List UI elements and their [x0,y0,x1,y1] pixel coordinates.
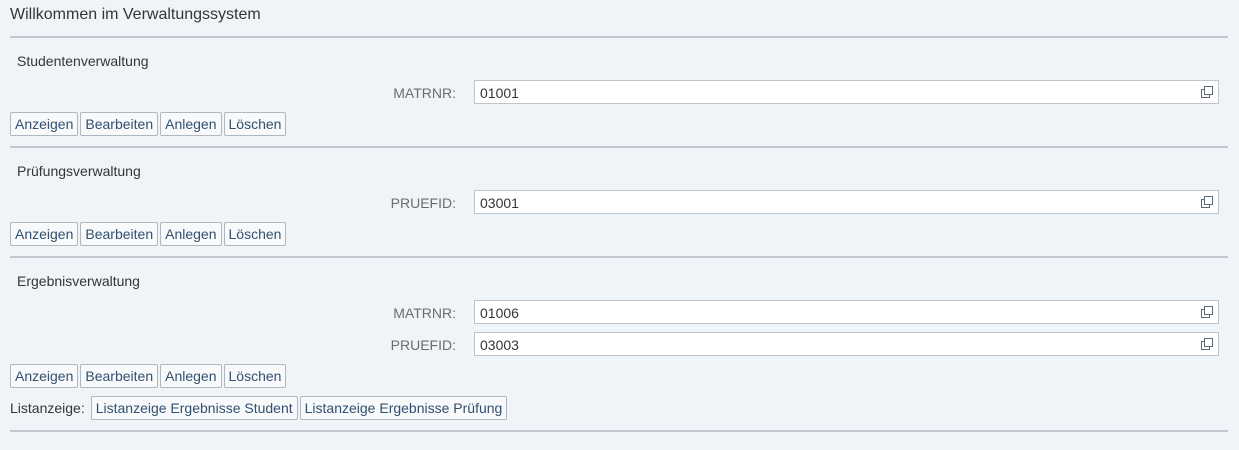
section-title-students: Studentenverwaltung [17,53,149,69]
matrnr-input-value: 01001 [480,85,519,101]
student-create-button[interactable]: Anlegen [160,112,222,136]
result-create-button[interactable]: Anlegen [160,364,222,388]
list-results-exam-button[interactable]: Listanzeige Ergebnisse Prüfung [299,396,508,420]
pruefid-input-value: 03001 [480,195,519,211]
divider [10,146,1228,148]
section-title-exams: Prüfungsverwaltung [17,163,141,179]
divider [10,36,1228,38]
value-help-icon[interactable] [1201,196,1213,208]
student-display-button[interactable]: Anzeigen [10,112,79,136]
field-label-matrnr: MATRNR: [393,85,456,101]
page-title: Willkommen im Verwaltungssystem [10,6,261,23]
student-delete-button[interactable]: Löschen [223,112,287,136]
exam-create-button[interactable]: Anlegen [160,222,222,246]
field-label-result-pruefid: PRUEFID: [390,337,456,353]
result-pruefid-input[interactable]: 03003 [474,332,1219,356]
list-actions: Listanzeige: Listanzeige Ergebnisse Stud… [10,396,508,420]
divider [10,256,1228,258]
exam-display-button[interactable]: Anzeigen [10,222,79,246]
value-help-icon[interactable] [1201,338,1213,350]
result-display-button[interactable]: Anzeigen [10,364,79,388]
result-matrnr-input[interactable]: 01006 [474,300,1219,324]
result-pruefid-input-value: 03003 [480,337,519,353]
student-actions: Anzeigen Bearbeiten Anlegen Löschen [10,112,287,136]
divider [10,430,1228,432]
result-actions: Anzeigen Bearbeiten Anlegen Löschen [10,364,287,388]
exam-actions: Anzeigen Bearbeiten Anlegen Löschen [10,222,287,246]
result-delete-button[interactable]: Löschen [223,364,287,388]
section-title-results: Ergebnisverwaltung [17,273,140,289]
pruefid-input[interactable]: 03001 [474,190,1219,214]
value-help-icon[interactable] [1201,306,1213,318]
result-edit-button[interactable]: Bearbeiten [80,364,159,388]
exam-delete-button[interactable]: Löschen [223,222,287,246]
field-label-pruefid: PRUEFID: [390,195,456,211]
value-help-icon[interactable] [1201,86,1213,98]
field-label-result-matrnr: MATRNR: [393,305,456,321]
exam-edit-button[interactable]: Bearbeiten [80,222,159,246]
matrnr-input[interactable]: 01001 [474,80,1219,104]
list-label: Listanzeige: [10,400,85,416]
student-edit-button[interactable]: Bearbeiten [80,112,159,136]
result-matrnr-input-value: 01006 [480,305,519,321]
list-results-student-button[interactable]: Listanzeige Ergebnisse Student [90,396,298,420]
